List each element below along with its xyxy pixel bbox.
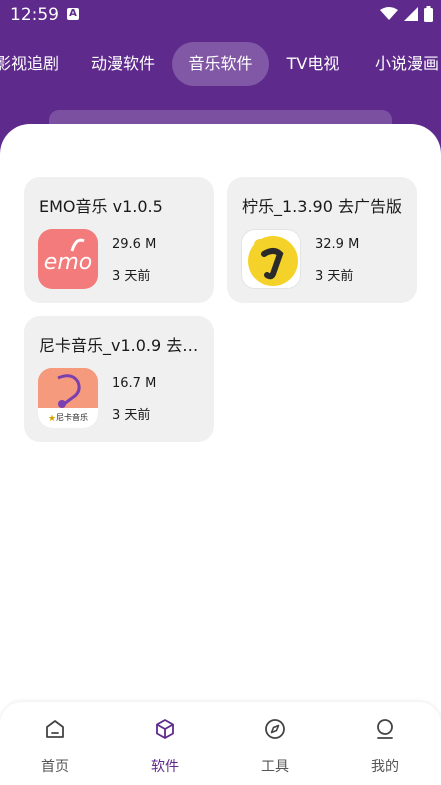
tab-anime[interactable]: 动漫软件 xyxy=(78,42,168,86)
nav-label: 工具 xyxy=(261,759,289,775)
app-size: 16.7 M xyxy=(112,376,157,391)
tab-tv[interactable]: TV电视 xyxy=(270,42,356,86)
nav-tools[interactable]: 工具 xyxy=(220,702,330,785)
nav-label: 软件 xyxy=(151,759,179,775)
wifi-icon xyxy=(380,7,398,20)
nav-label: 首页 xyxy=(41,759,69,775)
app-updated-time: 3 天前 xyxy=(112,408,151,423)
status-icons xyxy=(380,6,433,22)
app-card-ningle[interactable]: 柠乐_1.3.90 去广告版 32.9 M 3 天前 xyxy=(227,177,417,303)
app-card-nika[interactable]: 尼卡音乐_v1.0.9 去广告版 ★ 尼卡音乐 16.7 M 3 天前 xyxy=(24,316,214,442)
svg-text:emo: emo xyxy=(44,250,92,275)
status-bar: 12:59 A xyxy=(0,0,441,30)
app-card-emo[interactable]: EMO音乐 v1.0.5 emo 29.6 M 3 天前 xyxy=(24,177,214,303)
tab-music[interactable]: 音乐软件 xyxy=(172,42,269,86)
user-icon xyxy=(377,719,393,739)
nav-home[interactable]: 首页 xyxy=(0,702,110,785)
emo-icon: emo xyxy=(38,229,98,289)
ningle-icon xyxy=(241,229,301,289)
nika-icon-caption: 尼卡音乐 xyxy=(56,413,88,422)
app-size: 32.9 M xyxy=(315,237,360,252)
battery-icon xyxy=(424,6,433,22)
nav-software[interactable]: 软件 xyxy=(110,702,220,785)
nav-label: 我的 xyxy=(371,759,399,775)
app-title: EMO音乐 v1.0.5 xyxy=(39,197,163,216)
app-updated-time: 3 天前 xyxy=(315,269,354,284)
notification-icon: A xyxy=(67,8,79,20)
status-time: 12:59 xyxy=(10,5,59,25)
app-updated-time: 3 天前 xyxy=(112,269,151,284)
tab-novels[interactable]: 小说漫画 xyxy=(362,42,441,86)
bottom-navigation: 首页 软件 工具 我的 xyxy=(0,702,441,785)
app-size: 29.6 M xyxy=(112,237,157,252)
tab-movies[interactable]: 影视追剧 xyxy=(0,42,72,86)
app-title: 尼卡音乐_v1.0.9 去广告版 xyxy=(39,336,204,355)
app-title: 柠乐_1.3.90 去广告版 xyxy=(242,197,402,216)
category-tabs: 影视追剧 动漫软件 音乐软件 TV电视 小说漫画 xyxy=(0,42,441,86)
signal-icon xyxy=(404,7,418,21)
compass-icon xyxy=(265,719,285,739)
home-icon xyxy=(46,720,64,738)
svg-text:★: ★ xyxy=(48,414,56,424)
nika-icon: ★ 尼卡音乐 xyxy=(38,368,98,428)
nav-mine[interactable]: 我的 xyxy=(330,702,440,785)
cube-icon xyxy=(156,719,174,739)
content-sheet: EMO音乐 v1.0.5 emo 29.6 M 3 天前 柠乐_1.3.90 去… xyxy=(0,124,441,785)
